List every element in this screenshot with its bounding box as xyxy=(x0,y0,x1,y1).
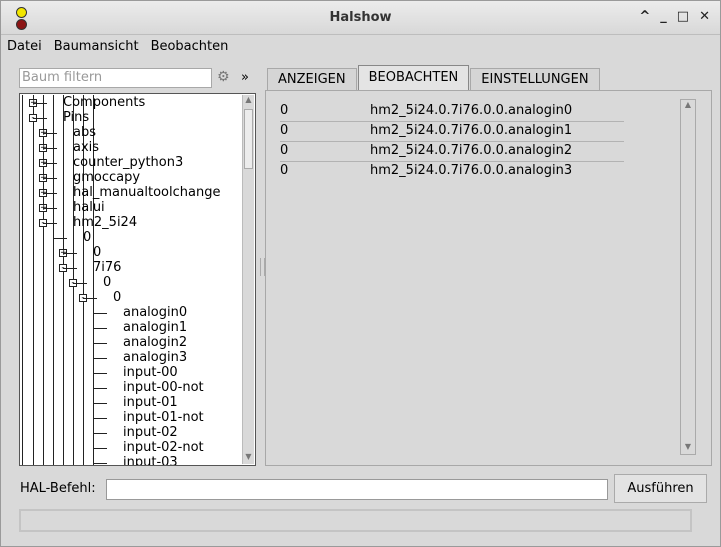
menu-datei[interactable]: Datei xyxy=(1,35,48,60)
maximize-icon[interactable]: □ xyxy=(677,9,689,24)
tree-item[interactable]: analogin0 xyxy=(123,305,187,320)
tree-branch-line xyxy=(93,448,107,449)
tree-item[interactable]: 0 xyxy=(113,290,121,305)
scroll-down-icon[interactable]: ▼ xyxy=(683,442,693,454)
tree-branch-line xyxy=(33,118,47,119)
tree-item[interactable]: input-00 xyxy=(123,365,178,380)
chevron-up-icon[interactable]: ^ xyxy=(639,9,650,24)
tree-branch-line xyxy=(33,103,47,104)
tree-item[interactable]: input-03 xyxy=(123,455,178,465)
tree-filter-input[interactable]: Baum filtern xyxy=(19,68,212,88)
watch-pin-name: hm2_5i24.0.7i76.0.0.analogin1 xyxy=(370,123,573,138)
tree-item[interactable]: halui xyxy=(73,200,105,215)
tree-branch-line xyxy=(93,463,107,464)
status-bar xyxy=(19,509,692,532)
tree-item[interactable]: input-02-not xyxy=(123,440,204,455)
watch-value: 0 xyxy=(280,163,289,178)
close-icon[interactable]: ✕ xyxy=(699,9,710,24)
tab-beobachten[interactable]: BEOBACHTEN xyxy=(357,65,470,90)
tree-branch-line xyxy=(93,328,107,329)
tree-branch-line xyxy=(93,418,107,419)
watch-pin-name: hm2_5i24.0.7i76.0.0.analogin2 xyxy=(370,143,573,158)
tree-item[interactable]: input-02 xyxy=(123,425,178,440)
tree-item[interactable]: input-01-not xyxy=(123,410,204,425)
tree-guide-line xyxy=(63,95,64,465)
tree-item[interactable]: hal_manualtoolchange xyxy=(73,185,220,200)
tree-branch-line xyxy=(63,253,77,254)
tree-branch-line xyxy=(93,388,107,389)
watch-row[interactable]: 0 hm2_5i24.0.7i76.0.0.analogin3 xyxy=(280,161,624,181)
command-input[interactable] xyxy=(106,479,608,500)
tree-branch-line xyxy=(73,283,87,284)
watch-pin-name: hm2_5i24.0.7i76.0.0.analogin0 xyxy=(370,103,573,118)
menu-beobachten[interactable]: Beobachten xyxy=(145,35,235,60)
watch-value: 0 xyxy=(280,143,289,158)
tree-item[interactable]: Components xyxy=(63,95,145,110)
menu-baumansicht[interactable]: Baumansicht xyxy=(48,35,145,60)
watch-row[interactable]: 0 hm2_5i24.0.7i76.0.0.analogin0 xyxy=(280,101,624,122)
tree-branch-line xyxy=(93,373,107,374)
tree-item[interactable]: 7i76 xyxy=(93,260,121,275)
tree-content: +Components-Pins+abs+axis+counter_python… xyxy=(22,95,245,465)
scroll-up-icon[interactable]: ▲ xyxy=(683,100,693,112)
tree-item[interactable]: 0 xyxy=(93,245,101,260)
tree-guide-line xyxy=(33,95,34,465)
tree-item[interactable]: analogin2 xyxy=(123,335,187,350)
command-label: HAL-Befehl: xyxy=(20,481,96,496)
tab-anzeigen[interactable]: ANZEIGEN xyxy=(267,68,357,90)
gear-icon[interactable]: ⚙ xyxy=(217,69,230,85)
tree-item[interactable]: input-00-not xyxy=(123,380,204,395)
tree-item[interactable]: Pins xyxy=(63,110,89,125)
scroll-down-icon[interactable]: ▼ xyxy=(243,452,254,464)
watch-panel: 0 hm2_5i24.0.7i76.0.0.analogin0 0 hm2_5i… xyxy=(265,90,712,466)
expand-button[interactable]: » xyxy=(241,70,249,85)
tree-branch-line xyxy=(93,343,107,344)
tree-branch-line xyxy=(43,193,57,194)
tree-item[interactable]: analogin1 xyxy=(123,320,187,335)
watch-pin-name: hm2_5i24.0.7i76.0.0.analogin3 xyxy=(370,163,573,178)
tree-item[interactable]: input-01 xyxy=(123,395,178,410)
tree-branch-line xyxy=(53,238,67,239)
tree-branch-line xyxy=(43,208,57,209)
tree-branch-line xyxy=(93,403,107,404)
tree-item[interactable]: gmoccapy xyxy=(73,170,140,185)
tree-branch-line xyxy=(43,148,57,149)
tree-branch-line xyxy=(43,223,57,224)
tree-branch-line xyxy=(93,433,107,434)
tree-branch-line xyxy=(93,313,107,314)
window-title: Halshow xyxy=(329,10,392,25)
hal-tree[interactable]: +Components-Pins+abs+axis+counter_python… xyxy=(19,93,256,466)
execute-button[interactable]: Ausführen xyxy=(614,474,707,503)
menu-bar: Datei Baumansicht Beobachten xyxy=(1,35,720,60)
tree-item[interactable]: analogin3 xyxy=(123,350,187,365)
watch-scrollbar[interactable]: ▲ ▼ xyxy=(680,99,696,455)
tab-bar: ANZEIGEN BEOBACHTEN EINSTELLUNGEN xyxy=(267,65,601,90)
tree-scroll-thumb[interactable] xyxy=(244,109,253,169)
tree-branch-line xyxy=(83,298,97,299)
tree-scrollbar[interactable]: ▲ ▼ xyxy=(242,95,254,464)
tree-item[interactable]: 0 xyxy=(103,275,111,290)
tree-item[interactable]: hm2_5i24 xyxy=(73,215,137,230)
tree-branch-line xyxy=(43,163,57,164)
tree-branch-line xyxy=(43,133,57,134)
tree-item[interactable]: axis xyxy=(73,140,99,155)
scroll-up-icon[interactable]: ▲ xyxy=(243,95,254,107)
tree-item[interactable]: counter_python3 xyxy=(73,155,183,170)
halshow-window: Halshow ^ _ □ ✕ Datei Baumansicht Beobac… xyxy=(0,0,721,547)
watch-value: 0 xyxy=(280,123,289,138)
tab-einstellungen[interactable]: EINSTELLUNGEN xyxy=(470,68,600,90)
minimize-icon[interactable]: _ xyxy=(660,9,667,24)
tree-item[interactable]: abs xyxy=(73,125,96,140)
watch-row[interactable]: 0 hm2_5i24.0.7i76.0.0.analogin2 xyxy=(280,141,624,162)
tree-branch-line xyxy=(63,268,77,269)
watch-value: 0 xyxy=(280,103,289,118)
tree-branch-line xyxy=(93,358,107,359)
tree-branch-line xyxy=(43,178,57,179)
tree-guide-line xyxy=(53,95,54,465)
watch-row[interactable]: 0 hm2_5i24.0.7i76.0.0.analogin1 xyxy=(280,121,624,142)
tree-item[interactable]: 0 xyxy=(83,230,91,245)
title-bar[interactable]: Halshow ^ _ □ ✕ xyxy=(1,1,720,35)
